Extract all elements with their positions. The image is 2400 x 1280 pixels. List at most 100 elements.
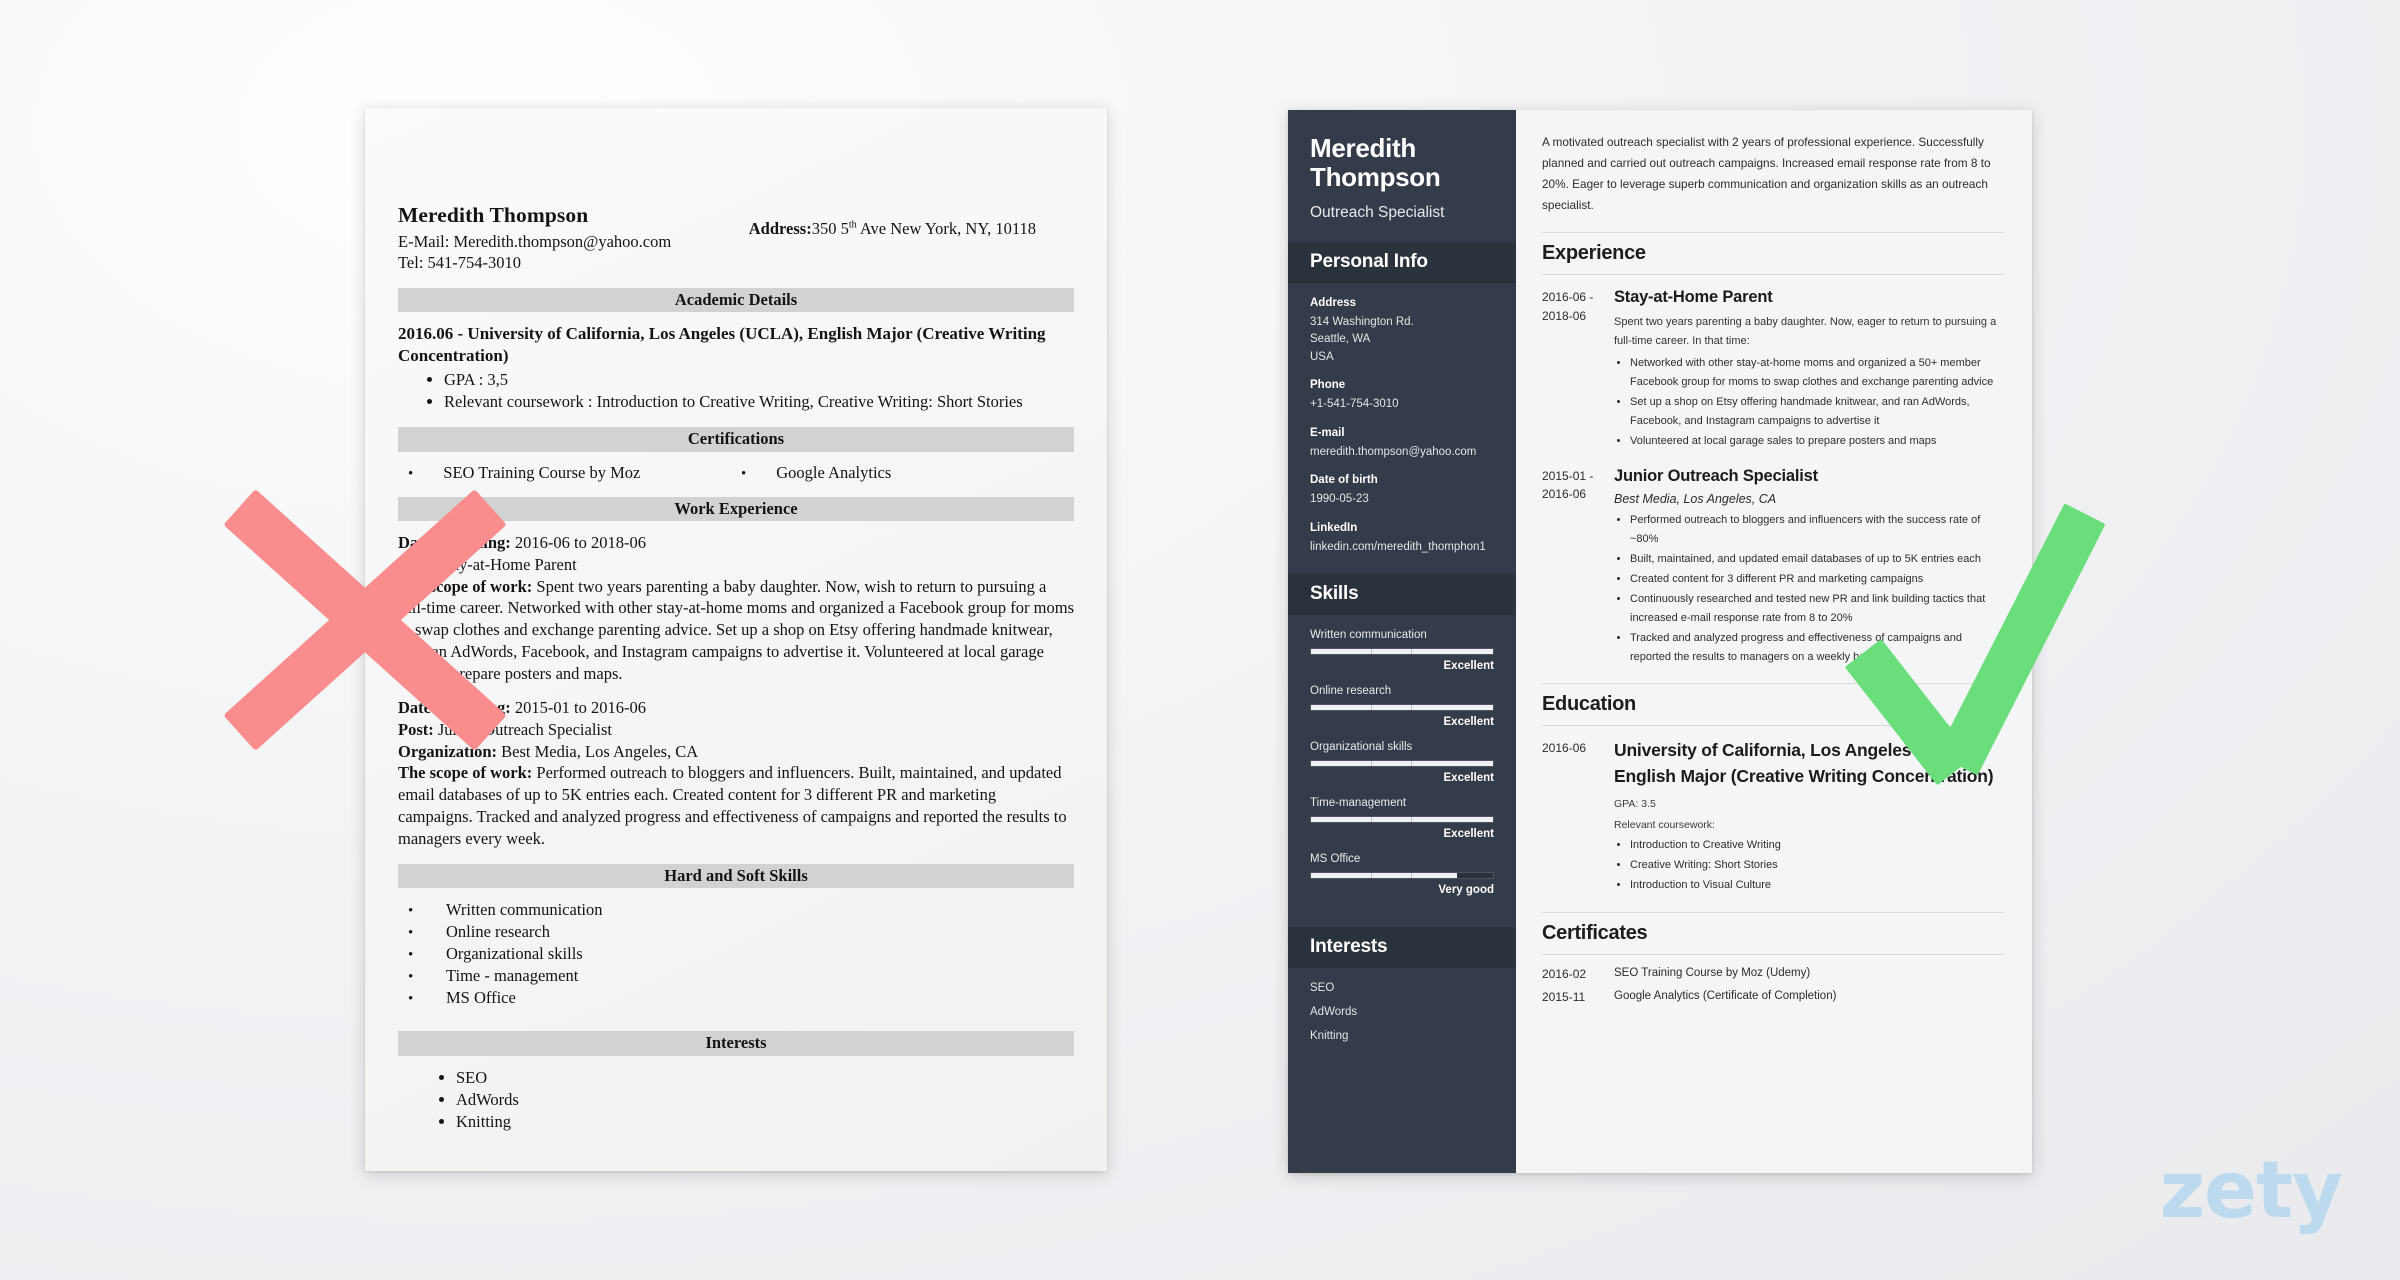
list-item: • SEO Training Course by Moz [408,463,741,483]
skill-rating-fill [1311,817,1493,823]
bad-phone-line: Tel: 541-754-3010 [398,253,522,273]
good-personal-info-body: Address 314 Washington Rd. Seattle, WA U… [1288,283,1516,574]
good-section-personal-info: Personal Info [1288,241,1516,283]
experience-title: Junior Outreach Specialist [1614,466,1818,485]
zety-logo: zety [2159,1146,2343,1236]
bad-skill-4: MS Office [446,988,516,1008]
list-item: Introduction to Creative Writing [1630,836,2004,855]
list-item: Set up a shop on Etsy offering handmade … [1630,393,2004,431]
bad-job-1-post-label: Post: [398,719,434,739]
bad-job-0-post: Stay-at-Home Parent [433,554,577,574]
skill-rating-bar [1310,704,1494,712]
list-item: GPA : 3,5 [444,369,1074,391]
good-field-value-dob: 1990-05-23 [1310,493,1369,506]
bullet-icon: • [408,947,414,964]
bad-certification-0: SEO Training Course by Moz [443,462,641,482]
good-field-label-address: Address [1310,296,1357,309]
list-item: Introduction to Visual Culture [1630,876,2004,895]
good-section-interests: Interests [1288,927,1516,969]
certificate-date: 2015-11 [1542,989,1586,1004]
good-resume-sidebar: Meredith Thompson Outreach Specialist Pe… [1288,110,1516,1173]
bad-skill-1: Online research [446,922,550,942]
experience-dates: 2016-06 - 2018-06 [1542,287,1614,452]
skill-rating-bar [1310,816,1494,824]
bullet-icon: • [408,969,414,986]
bad-skill-3: Time - management [446,966,579,986]
bullet-icon: • [408,925,414,942]
bullet-icon: • [408,465,414,482]
good-interests-body: SEO AdWords Knitting [1288,968,1516,1060]
good-section-education: Education [1542,683,2004,727]
bullet-icon: • [408,903,414,920]
skill-name: MS Office [1310,853,1361,866]
experience-date-from: 2015-01 - [1542,468,1594,483]
bad-skill-2: Organizational skills [446,944,583,964]
good-section-experience: Experience [1542,231,2004,275]
good-field-value-email: meredith.thompson@yahoo.com [1310,445,1477,458]
experience-title: Stay-at-Home Parent [1614,287,1773,306]
good-candidate-role: Outreach Specialist [1310,203,1445,221]
bad-job-1-post: Junior Outreach Specialist [433,719,612,739]
good-field-label-phone: Phone [1310,379,1346,392]
good-field-value-address: 314 Washington Rd. Seattle, WA USA [1310,315,1414,363]
good-resume-document: Meredith Thompson Outreach Specialist Pe… [1288,110,2032,1173]
skill-rating-label: Excellent [1443,660,1495,673]
good-field-label-email: E-mail [1310,426,1345,439]
bad-section-skills: Hard and Soft Skills [398,863,1074,889]
bad-certifications-row: • SEO Training Course by Moz • Google An… [398,463,1074,483]
bad-job-1-org: Best Media, Los Angeles, CA [497,741,699,761]
experience-description: Spent two years parenting a baby daughte… [1614,316,1997,348]
skill-rating-row: Time-management Excellent [1310,797,1494,840]
skill-name: Organizational skills [1310,741,1413,754]
bad-job-0-post-label: Post: [398,554,434,574]
bad-job-1-org-label: Organization: [398,741,497,761]
skill-rating-fill [1311,873,1457,879]
bad-email-line: E-Mail: Meredith.thompson@yahoo.com [398,232,672,251]
bad-job-1-date: 2015-01 to 2016-06 [510,697,646,717]
skill-rating-label: Excellent [1443,716,1495,729]
bad-section-academic: Academic Details [398,287,1074,313]
skill-rating-label: Excellent [1443,828,1495,841]
list-item: • MS Office [408,987,1074,1009]
experience-bullets: Performed outreach to bloggers and influ… [1614,511,2004,666]
certificate-row: 2015-11 Google Analytics (Certificate of… [1542,990,2004,1004]
experience-date-to: 2018-06 [1542,308,1587,323]
bad-resume-header: Meredith Thompson E-Mail: Meredith.thomp… [398,203,1074,274]
skill-rating-bar [1310,872,1494,880]
bad-address-pre: 350 5 [811,219,849,238]
list-item: Built, maintained, and updated email dat… [1630,550,2004,569]
skill-rating-label: Very good [1438,884,1494,897]
certificate-name: SEO Training Course by Moz (Udemy) [1614,966,1811,979]
good-candidate-name-line2: Thompson [1310,162,1441,193]
skill-rating-bar [1310,648,1494,656]
skill-name: Online research [1310,685,1392,698]
list-item: Created content for 3 different PR and m… [1630,570,2004,589]
good-skills-body: Written communication Excellent Online r… [1288,615,1516,927]
skill-rating-row: Organizational skills Excellent [1310,741,1494,784]
list-item: SEO [1310,982,1335,995]
good-candidate-name-line1: Meredith [1310,133,1416,163]
list-item: Knitting [1310,1030,1349,1043]
list-item: • Google Analytics [741,463,1074,483]
experience-bullets: Networked with other stay-at-home moms a… [1614,354,2004,451]
list-item: Knitting [456,1111,1074,1133]
skill-name: Time-management [1310,797,1407,810]
bad-interests-list: SEO AdWords Knitting [398,1067,1074,1133]
bad-candidate-name: Meredith Thompson [398,203,589,227]
education-coursework-list: Introduction to Creative Writing Creativ… [1614,836,2004,895]
education-gpa: GPA: 3.5 [1614,798,1656,811]
list-item: SEO [456,1067,1074,1089]
skill-rating-bar [1310,760,1494,768]
skill-rating-fill [1311,761,1493,767]
bad-resume-document: Meredith Thompson E-Mail: Meredith.thomp… [365,108,1107,1171]
bad-job-1-scope-label: The scope of work: [398,763,533,783]
comparison-canvas: Meredith Thompson E-Mail: Meredith.thomp… [0,0,2400,1280]
experience-dates: 2015-01 - 2016-06 [1542,466,1614,668]
experience-company: Best Media, Los Angeles, CA [1614,492,1777,507]
experience-date-to: 2016-06 [1542,487,1587,502]
skill-rating-fill [1311,705,1493,711]
good-section-skills: Skills [1288,574,1516,616]
skill-rating-label: Excellent [1443,772,1495,785]
experience-entry: 2015-01 - 2016-06 Junior Outreach Specia… [1542,466,2004,668]
education-entry: 2016-06 University of California, Los An… [1542,738,2004,895]
